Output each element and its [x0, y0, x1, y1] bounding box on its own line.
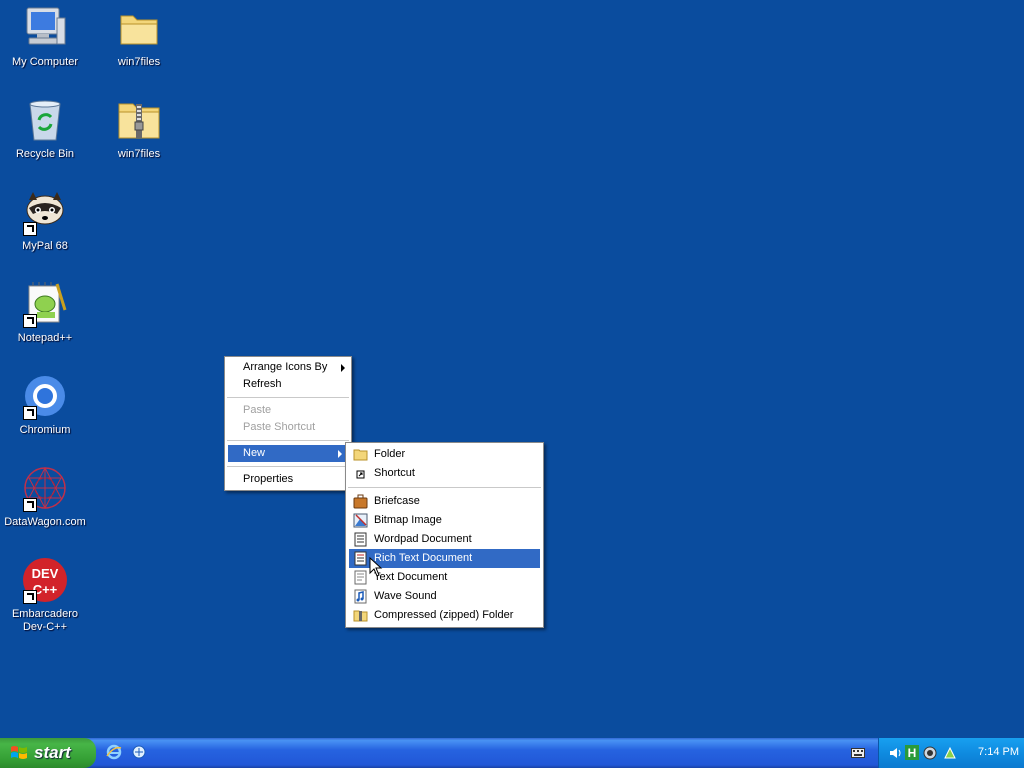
menu-item-label: Refresh [243, 378, 282, 390]
submenu-item-label: Compressed (zipped) Folder [374, 609, 514, 621]
menu-item-new[interactable]: New [228, 445, 348, 462]
submenu-arrow-icon [338, 450, 342, 458]
submenu-item-compressed-folder[interactable]: Compressed (zipped) Folder [346, 606, 543, 625]
menu-separator [227, 440, 349, 441]
menu-separator [348, 487, 541, 488]
desktop-icon-recycle-bin[interactable]: Recycle Bin [0, 96, 90, 161]
mouse-cursor-icon [369, 556, 383, 580]
folder-icon [115, 4, 163, 52]
outlook-express-icon[interactable] [131, 744, 147, 763]
desktop-icon-label: My Computer [11, 56, 79, 68]
submenu-item-label: Shortcut [374, 467, 415, 479]
desktop-icon-label: Recycle Bin [15, 148, 75, 160]
shortcut-arrow-icon [23, 222, 37, 236]
shortcut-arrow-icon [23, 314, 37, 328]
menu-item-label: Paste [243, 404, 272, 416]
desktop-icon-label: DataWagon.com [4, 516, 86, 528]
windows-logo-icon [10, 745, 28, 761]
folder-icon [353, 447, 368, 462]
submenu-item-folder[interactable]: Folder [346, 445, 543, 464]
shortcut-arrow-icon [23, 406, 37, 420]
quick-launch [106, 744, 147, 763]
shortcut-arrow-icon [23, 498, 37, 512]
start-button[interactable]: start [0, 738, 96, 768]
submenu-arrow-icon [341, 364, 345, 372]
wordpad-icon [353, 532, 368, 547]
desktop-icon-label: MyPal 68 [22, 240, 68, 252]
desktop-icon-chromium[interactable]: Chromium [0, 372, 90, 437]
taskbar: start H 7:14 PM [0, 738, 1024, 768]
menu-item-paste-shortcut: Paste Shortcut [225, 419, 351, 436]
mypal-icon [21, 188, 69, 236]
new-submenu: Folder Shortcut Briefcase Bitmap Image W… [345, 442, 544, 628]
text-document-icon [353, 570, 368, 585]
h-icon[interactable]: H [905, 745, 919, 763]
internet-explorer-icon[interactable] [106, 744, 122, 763]
volume-icon[interactable] [889, 746, 903, 763]
desktop-context-menu: Arrange Icons By Refresh Paste Paste Sho… [224, 356, 352, 491]
system-tray: H 7:14 PM [878, 738, 1024, 768]
menu-item-label: New [243, 447, 266, 459]
desktop-icon-label: Embarcadero Dev-C++ [11, 608, 79, 633]
desktop-icon-datawagon[interactable]: DataWagon.com [0, 464, 90, 529]
desktop-icon-mypal[interactable]: MyPal 68 [0, 188, 90, 253]
menu-item-label: Paste Shortcut [243, 421, 316, 433]
desktop-icon-label: Notepad++ [17, 332, 73, 344]
submenu-item-shortcut[interactable]: Shortcut [346, 464, 543, 483]
briefcase-icon [353, 494, 368, 509]
bitmap-icon [353, 513, 368, 528]
desktop-icon-notepadpp[interactable]: Notepad++ [0, 280, 90, 345]
submenu-item-briefcase[interactable]: Briefcase [346, 492, 543, 511]
desktop-icon-my-computer[interactable]: My Computer [0, 4, 90, 69]
network-icon[interactable] [943, 746, 957, 763]
desktop-icon-label: win7files [117, 56, 161, 68]
chromium-icon [21, 372, 69, 420]
rtf-icon [353, 551, 368, 566]
shortcut-icon [353, 466, 368, 481]
desktop-icon-label: win7files [117, 148, 161, 160]
menu-separator [227, 397, 349, 398]
submenu-item-label: Bitmap Image [374, 514, 442, 526]
clock[interactable]: 7:14 PM [978, 746, 1019, 758]
submenu-item-label: Briefcase [374, 495, 420, 507]
notepadpp-icon [21, 280, 69, 328]
submenu-item-wordpad-document[interactable]: Wordpad Document [346, 530, 543, 549]
desktop[interactable]: My Computer Recycle Bin MyPal 68 Notepad… [0, 0, 1024, 738]
desktop-icon-win7files-folder[interactable]: win7files [94, 4, 184, 69]
desktop-icon-win7files-zip[interactable]: win7files [94, 96, 184, 161]
devcpp-icon: DEV C++ [21, 556, 69, 604]
menu-item-label: Arrange Icons By [243, 361, 328, 373]
desktop-icon-devcpp[interactable]: DEV C++ Embarcadero Dev-C++ [0, 556, 90, 634]
submenu-item-wave-sound[interactable]: Wave Sound [346, 587, 543, 606]
recycle-bin-icon [21, 96, 69, 144]
svg-text:DEV: DEV [32, 566, 59, 581]
security-icon[interactable] [923, 746, 937, 763]
submenu-item-label: Folder [374, 448, 406, 460]
keyboard-icon[interactable] [851, 747, 865, 762]
submenu-item-label: Wordpad Document [374, 533, 472, 545]
menu-item-paste: Paste [225, 402, 351, 419]
zip-folder-icon [115, 96, 163, 144]
shortcut-arrow-icon [23, 590, 37, 604]
wave-sound-icon [353, 589, 368, 604]
zip-folder-icon [353, 608, 368, 623]
menu-item-refresh[interactable]: Refresh [225, 376, 351, 393]
my-computer-icon [21, 4, 69, 52]
submenu-item-label: Text Document [374, 571, 448, 583]
submenu-item-bitmap-image[interactable]: Bitmap Image [346, 511, 543, 530]
datawagon-icon [21, 464, 69, 512]
menu-item-properties[interactable]: Properties [225, 471, 351, 488]
desktop-icon-label: Chromium [19, 424, 71, 436]
submenu-item-label: Rich Text Document [374, 552, 473, 564]
menu-separator [227, 466, 349, 467]
submenu-item-label: Wave Sound [374, 590, 437, 602]
menu-item-arrange-icons-by[interactable]: Arrange Icons By [225, 359, 351, 376]
menu-item-label: Properties [243, 473, 294, 485]
start-label: start [34, 743, 71, 762]
svg-text:H: H [908, 746, 917, 760]
